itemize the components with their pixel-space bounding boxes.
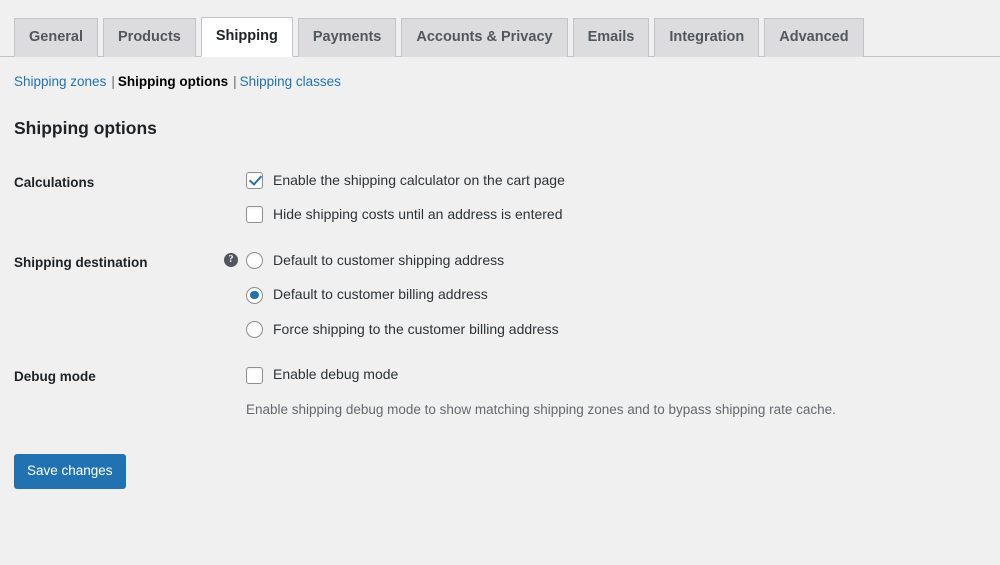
link-shipping-classes[interactable]: Shipping classes (240, 74, 341, 89)
label-default-shipping-address[interactable]: Default to customer shipping address (273, 251, 504, 271)
description-debug-mode: Enable shipping debug mode to show match… (246, 402, 836, 418)
option-enable-debug-mode[interactable]: Enable debug mode (246, 365, 979, 385)
tab-general[interactable]: General (14, 17, 98, 57)
row-calculations: Calculations Enable the shipping calcula… (14, 158, 989, 238)
shipping-options-form: Calculations Enable the shipping calcula… (14, 158, 989, 434)
label-debug-mode: Debug mode (14, 369, 96, 385)
label-calculations: Calculations (14, 174, 95, 190)
option-enable-shipping-calculator[interactable]: Enable the shipping calculator on the ca… (246, 171, 979, 191)
help-icon[interactable]: ? (224, 253, 238, 268)
subnav-separator-1: | (111, 74, 115, 89)
link-shipping-zones[interactable]: Shipping zones (14, 74, 106, 89)
row-debug-mode: Debug mode Enable debug mode Enable ship… (14, 352, 989, 433)
checkbox-enable-debug-mode[interactable] (246, 366, 263, 384)
tab-integration[interactable]: Integration (654, 17, 760, 57)
submit-area: Save changes (14, 454, 1000, 489)
checkbox-hide-shipping-costs[interactable] (246, 206, 263, 224)
radio-force-billing-address[interactable] (246, 321, 263, 339)
tab-products[interactable]: Products (103, 17, 196, 57)
fieldset-calculations: Enable the shipping calculator on the ca… (246, 171, 979, 225)
subnav-item-shipping-zones: Shipping zones (14, 68, 106, 95)
label-enable-shipping-calculator[interactable]: Enable the shipping calculator on the ca… (273, 171, 565, 191)
link-shipping-options[interactable]: Shipping options (118, 74, 228, 89)
row-shipping-destination: Shipping destination ? Default to custom… (14, 238, 989, 353)
tab-payments[interactable]: Payments (297, 17, 397, 57)
settings-tab-bar: General Products Shipping Payments Accou… (0, 0, 1000, 57)
label-default-billing-address[interactable]: Default to customer billing address (273, 285, 488, 305)
page-title: Shipping options (14, 118, 157, 138)
label-hide-shipping-costs[interactable]: Hide shipping costs until an address is … (273, 205, 563, 225)
option-force-billing-address[interactable]: Force shipping to the customer billing a… (246, 320, 979, 340)
tab-emails[interactable]: Emails (572, 17, 650, 57)
checkbox-enable-shipping-calculator[interactable] (246, 171, 263, 189)
radio-default-billing-address[interactable] (246, 286, 263, 304)
fieldset-debug-mode: Enable debug mode Enable shipping debug … (246, 365, 979, 420)
label-force-billing-address[interactable]: Force shipping to the customer billing a… (273, 320, 559, 340)
save-changes-button[interactable]: Save changes (14, 454, 126, 489)
radio-default-shipping-address[interactable] (246, 251, 263, 269)
option-default-shipping-address[interactable]: ? Default to customer shipping address (224, 251, 979, 271)
tab-shipping[interactable]: Shipping (200, 16, 293, 57)
tab-accounts-privacy[interactable]: Accounts & Privacy (401, 17, 568, 57)
subnav-item-shipping-classes: Shipping classes (240, 68, 341, 95)
label-shipping-destination: Shipping destination (14, 254, 148, 270)
label-enable-debug-mode[interactable]: Enable debug mode (273, 365, 398, 385)
fieldset-shipping-destination: ? Default to customer shipping address D… (224, 251, 979, 340)
shipping-subnav: Shipping zones | Shipping options | Ship… (14, 68, 1000, 95)
tab-advanced[interactable]: Advanced (764, 17, 864, 57)
option-default-billing-address[interactable]: Default to customer billing address (246, 285, 979, 305)
subnav-item-shipping-options: Shipping options (118, 68, 228, 95)
subnav-separator-2: | (233, 74, 237, 89)
option-hide-shipping-costs[interactable]: Hide shipping costs until an address is … (246, 205, 979, 225)
